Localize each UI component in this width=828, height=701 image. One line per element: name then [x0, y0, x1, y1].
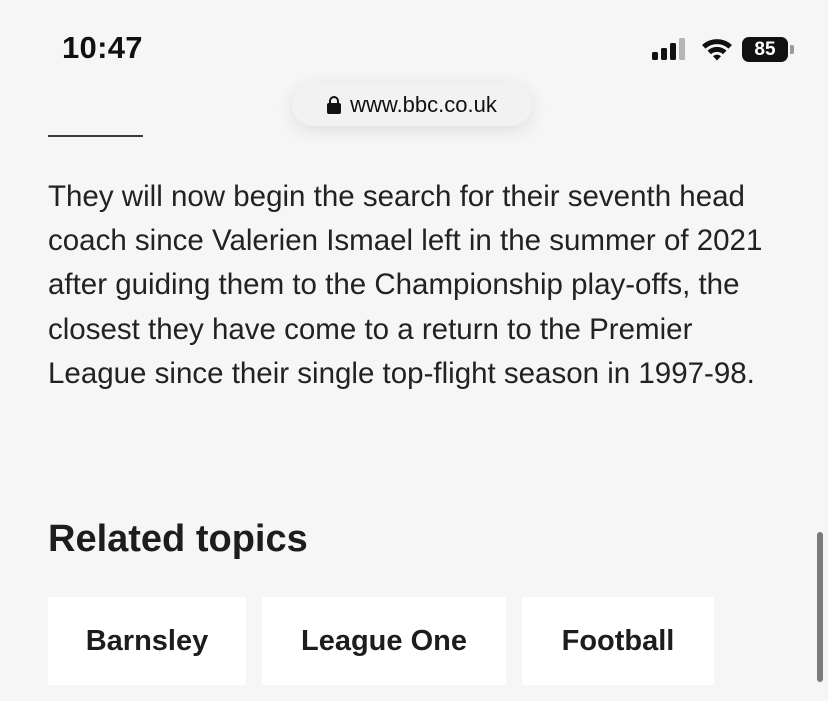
topic-league-one-button[interactable]: League One — [262, 597, 506, 685]
topic-barnsley-button[interactable]: Barnsley — [48, 597, 246, 685]
cellular-signal-icon — [652, 36, 690, 62]
battery-cap — [790, 45, 794, 54]
related-topics-heading: Related topics — [48, 518, 308, 560]
scrollbar[interactable] — [817, 532, 823, 682]
wifi-icon — [702, 39, 732, 61]
divider — [48, 135, 143, 137]
topic-football-button[interactable]: Football — [522, 597, 714, 685]
article-paragraph: They will now begin the search for their… — [48, 180, 763, 390]
battery-icon: 85 — [742, 37, 788, 62]
mobile-screen: 10:47 85 www.bbc.co.uk They will now beg… — [0, 0, 828, 701]
address-bar[interactable]: www.bbc.co.uk — [292, 84, 532, 126]
lock-icon — [327, 96, 342, 114]
url-text: www.bbc.co.uk — [350, 92, 497, 117]
status-time: 10:47 — [62, 30, 143, 65]
